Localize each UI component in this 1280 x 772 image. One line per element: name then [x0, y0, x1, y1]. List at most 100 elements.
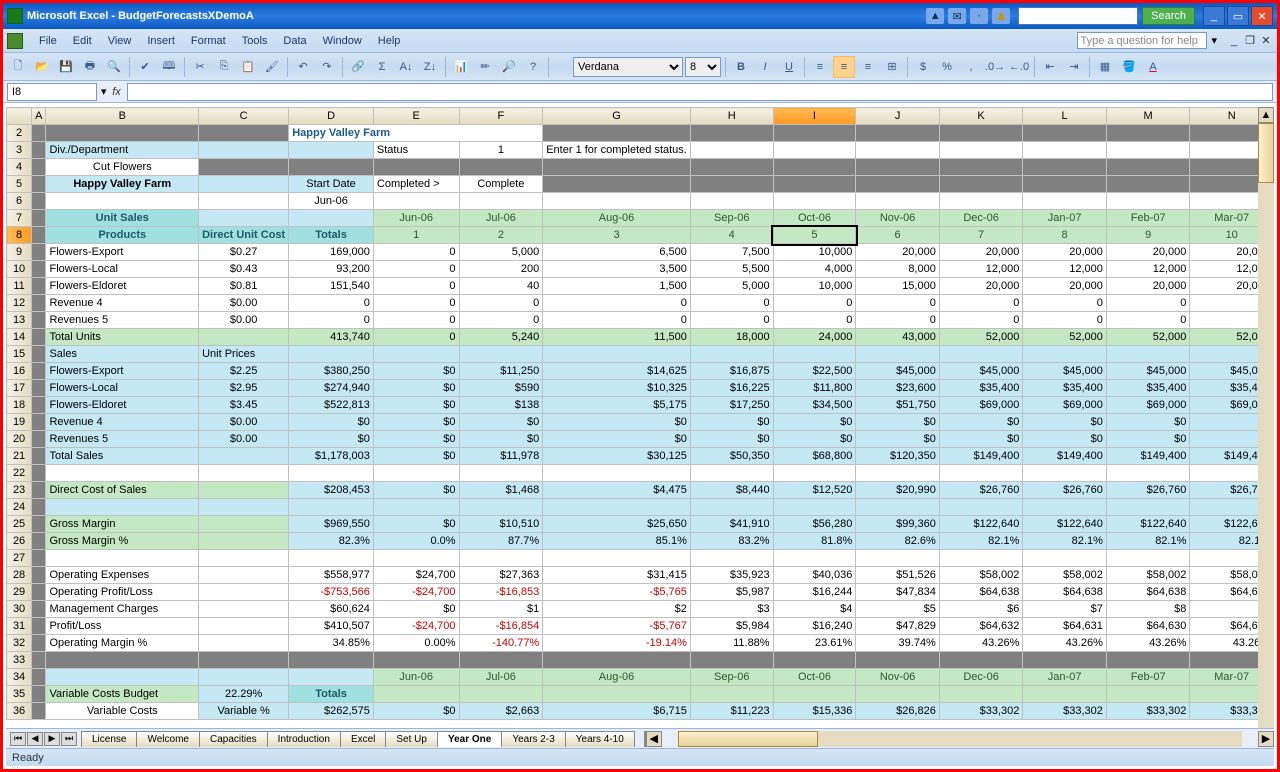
cell[interactable]: $47,834 — [856, 584, 940, 601]
cell[interactable] — [543, 499, 691, 516]
cell[interactable] — [690, 499, 773, 516]
row-header[interactable]: 6 — [7, 193, 32, 210]
cell[interactable]: -$5,765 — [543, 584, 691, 601]
cell[interactable]: 0.0% — [373, 533, 459, 550]
cell[interactable]: $16,240 — [773, 618, 856, 635]
cell[interactable] — [459, 159, 543, 176]
cell[interactable] — [1023, 686, 1107, 703]
cell[interactable] — [773, 465, 856, 482]
cell[interactable]: 0 — [289, 295, 374, 312]
row-header[interactable]: 25 — [7, 516, 32, 533]
cell[interactable] — [46, 465, 199, 482]
cell[interactable]: Flowers-Export — [46, 244, 199, 261]
cell[interactable]: Flowers-Eldoret — [46, 278, 199, 295]
cell[interactable] — [690, 159, 773, 176]
cell[interactable]: $4,475 — [543, 482, 691, 499]
cell[interactable] — [1106, 346, 1190, 363]
cell[interactable]: Dec-06 — [939, 210, 1023, 227]
cell[interactable] — [199, 550, 289, 567]
cell[interactable] — [373, 193, 459, 210]
cell[interactable]: 3,500 — [543, 261, 691, 278]
cell[interactable] — [773, 550, 856, 567]
cell[interactable]: $69,000 — [939, 397, 1023, 414]
cell[interactable]: Revenues 5 — [46, 312, 199, 329]
row-header[interactable]: 16 — [7, 363, 32, 380]
new-icon[interactable]: 🗋 — [7, 56, 29, 78]
cell[interactable] — [199, 618, 289, 635]
cell[interactable]: 20,000 — [1023, 278, 1107, 295]
cell[interactable]: $0 — [1023, 431, 1107, 448]
cell[interactable]: $30,125 — [543, 448, 691, 465]
cell[interactable] — [1106, 176, 1190, 193]
cell[interactable] — [199, 635, 289, 652]
cell[interactable]: 20,000 — [1106, 244, 1190, 261]
cell[interactable]: $0 — [856, 431, 940, 448]
cell[interactable]: $11,800 — [773, 380, 856, 397]
col-header[interactable]: M — [1106, 108, 1190, 125]
sheet-tab[interactable]: Capacities — [199, 731, 268, 747]
dec-decimal-icon[interactable]: ←.0 — [1008, 56, 1030, 78]
cell[interactable] — [939, 652, 1023, 669]
col-header[interactable]: F — [459, 108, 543, 125]
cell[interactable]: Jul-06 — [459, 210, 543, 227]
cell[interactable] — [32, 465, 46, 482]
col-header[interactable]: H — [690, 108, 773, 125]
cell[interactable] — [773, 159, 856, 176]
cell[interactable]: 15,000 — [856, 278, 940, 295]
row-header[interactable]: 36 — [7, 703, 32, 720]
cell[interactable]: 0 — [373, 244, 459, 261]
cell[interactable]: -19.14% — [543, 635, 691, 652]
cell[interactable]: $208,453 — [289, 482, 374, 499]
help-search[interactable] — [1077, 32, 1207, 49]
cell[interactable]: $0.43 — [199, 261, 289, 278]
cell[interactable]: $25,650 — [543, 516, 691, 533]
cell[interactable]: 0 — [690, 295, 773, 312]
cell[interactable] — [856, 686, 940, 703]
cell[interactable] — [199, 465, 289, 482]
cell[interactable] — [32, 669, 46, 686]
cell[interactable] — [199, 601, 289, 618]
bold-icon[interactable]: B — [730, 56, 752, 78]
menu-view[interactable]: View — [100, 33, 140, 49]
zoom-icon[interactable]: 🔎 — [498, 56, 520, 78]
comma-icon[interactable]: , — [960, 56, 982, 78]
cell[interactable]: Revenues 5 — [46, 431, 199, 448]
cell[interactable]: 4,000 — [773, 261, 856, 278]
cell[interactable]: $16,875 — [690, 363, 773, 380]
cell[interactable] — [32, 125, 46, 142]
cell[interactable]: 169,000 — [289, 244, 374, 261]
col-header[interactable]: J — [856, 108, 940, 125]
cell[interactable] — [289, 499, 374, 516]
cell[interactable]: $0 — [543, 414, 691, 431]
cell[interactable]: $0 — [373, 601, 459, 618]
cell[interactable]: $0.27 — [199, 244, 289, 261]
fontsize-select[interactable]: 8 — [685, 57, 721, 77]
align-center-icon[interactable]: ≡ — [833, 56, 855, 78]
cell[interactable]: 0 — [773, 312, 856, 329]
cell[interactable]: Completed > — [373, 176, 459, 193]
cell[interactable]: $0 — [373, 397, 459, 414]
cell[interactable]: 43.26% — [1023, 635, 1107, 652]
cell[interactable] — [373, 465, 459, 482]
cell[interactable]: Products — [46, 227, 199, 244]
cell[interactable]: $0 — [459, 431, 543, 448]
vertical-scrollbar[interactable]: ▲ ▼ — [1258, 107, 1274, 745]
maximize-button[interactable]: ▭ — [1227, 6, 1249, 26]
cell[interactable] — [1023, 193, 1107, 210]
cell[interactable]: 24,000 — [773, 329, 856, 346]
cell[interactable]: $120,350 — [856, 448, 940, 465]
cell[interactable]: 18,000 — [690, 329, 773, 346]
cell[interactable]: 0 — [1106, 312, 1190, 329]
cell[interactable]: 10,000 — [773, 244, 856, 261]
cell[interactable]: $58,002 — [939, 567, 1023, 584]
col-header[interactable]: G — [543, 108, 691, 125]
cell[interactable]: $5,987 — [690, 584, 773, 601]
scroll-thumb[interactable] — [1258, 123, 1274, 183]
menu-data[interactable]: Data — [275, 33, 314, 49]
cell[interactable]: $969,550 — [289, 516, 374, 533]
select-all[interactable] — [7, 108, 32, 125]
cell[interactable] — [1106, 652, 1190, 669]
cell[interactable]: Div./Department — [46, 142, 199, 159]
cell[interactable] — [939, 550, 1023, 567]
cell[interactable]: $0 — [373, 448, 459, 465]
